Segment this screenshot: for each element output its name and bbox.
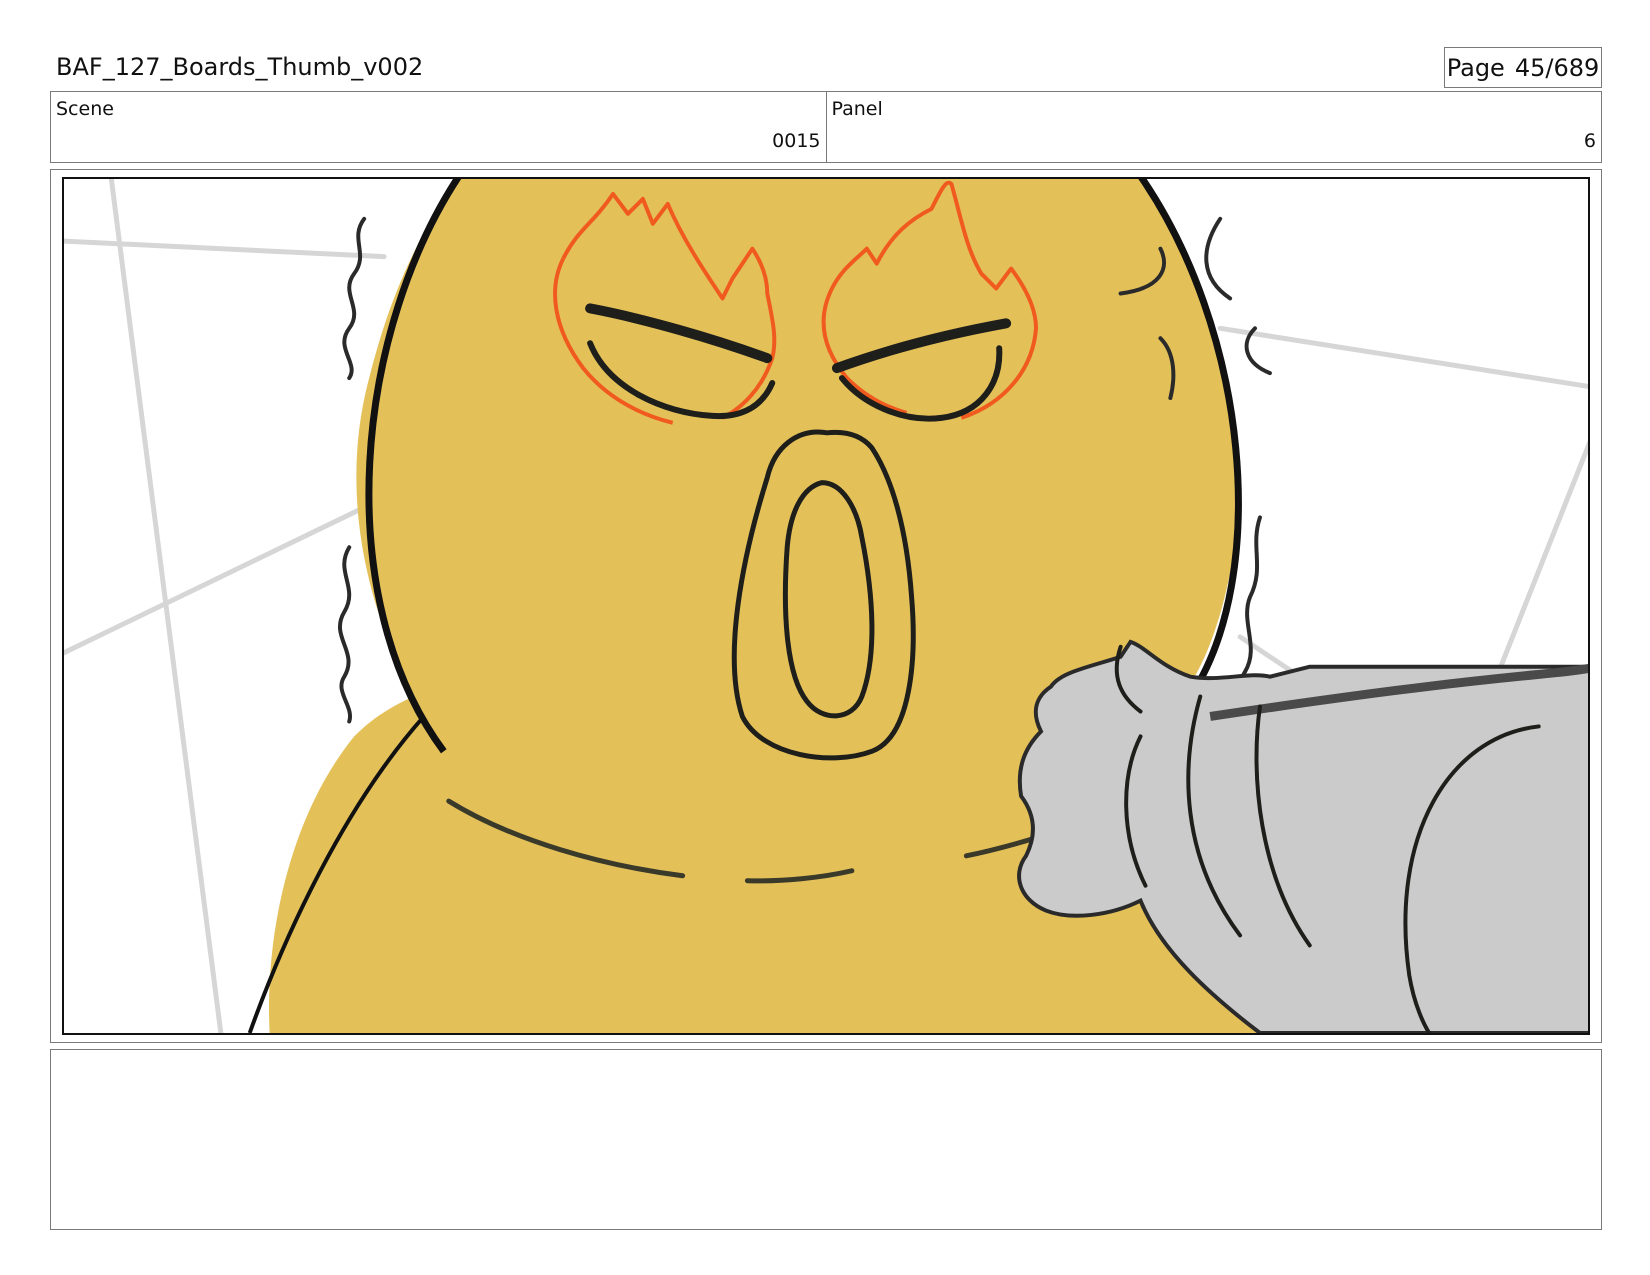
notes-box[interactable] (50, 1049, 1602, 1230)
info-row: Scene 0015 Panel 6 (50, 91, 1602, 163)
panel-value: 6 (1583, 130, 1596, 152)
panel-drawing (64, 179, 1588, 1033)
document-title: BAF_127_Boards_Thumb_v002 (56, 53, 424, 81)
page-label: Page (1446, 53, 1505, 82)
page-indicator: Page 45/689 (1444, 47, 1602, 88)
scene-cell: Scene 0015 (51, 92, 826, 162)
panel-label: Panel (831, 98, 883, 120)
scene-value: 0015 (772, 130, 821, 152)
storyboard-panel (62, 177, 1590, 1035)
page-number: 45/689 (1514, 53, 1600, 82)
panel-cell: Panel 6 (825, 92, 1602, 162)
scene-label: Scene (56, 98, 114, 120)
